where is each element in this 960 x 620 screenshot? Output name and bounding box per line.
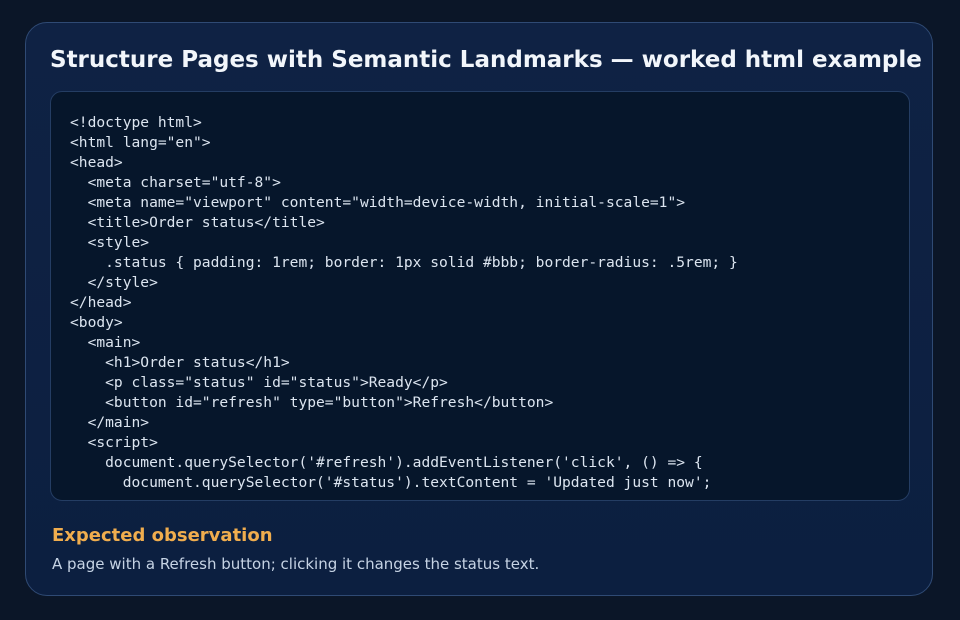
page-title: Structure Pages with Semantic Landmarks … (50, 47, 922, 73)
code-line: <meta charset="utf-8"> (70, 174, 281, 191)
code-line: .status { padding: 1rem; border: 1px sol… (70, 254, 738, 271)
lesson-card: Structure Pages with Semantic Landmarks … (25, 22, 933, 596)
code-line: <head> (70, 154, 123, 171)
code-line: <button id="refresh" type="button">Refre… (70, 394, 554, 411)
code-line: <title>Order status</title> (70, 214, 325, 231)
code-line: document.querySelector('#refresh').addEv… (70, 454, 703, 471)
code-line: <meta name="viewport" content="width=dev… (70, 194, 686, 211)
code-line: <p class="status" id="status">Ready</p> (70, 374, 448, 391)
code-line: <style> (70, 234, 150, 251)
code-line: <h1>Order status</h1> (70, 354, 290, 371)
code-block[interactable]: <!doctype html> <html lang="en"> <head> … (50, 91, 910, 501)
code-line: document.querySelector('#status').textCo… (70, 474, 712, 491)
code-line: <!doctype html> (70, 114, 202, 131)
code-line: </main> (70, 414, 150, 431)
observation-text: A page with a Refresh button; clicking i… (52, 555, 540, 573)
code-line: <body> (70, 314, 123, 331)
code-line: </head> (70, 294, 132, 311)
code-line: </style> (70, 274, 158, 291)
observation-heading: Expected observation (52, 525, 273, 546)
code-line: <script> (70, 434, 158, 451)
code-content: <!doctype html> <html lang="en"> <head> … (70, 113, 738, 493)
code-line: <main> (70, 334, 141, 351)
code-line: <html lang="en"> (70, 134, 211, 151)
